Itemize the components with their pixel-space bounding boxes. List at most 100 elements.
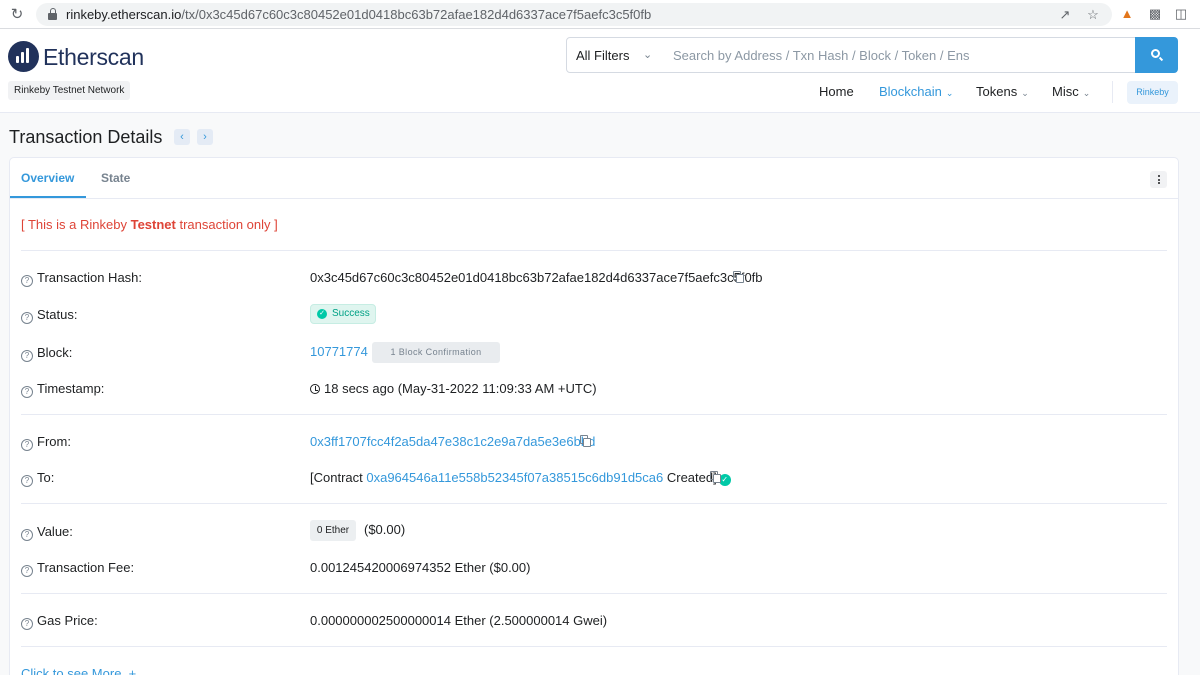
from-label-text: From:	[37, 434, 71, 449]
previous-tx-button[interactable]: ‹	[174, 129, 190, 145]
etherscan-logo-icon	[8, 41, 39, 72]
ether-value-badge: 0 Ether	[310, 520, 356, 541]
copy-icon[interactable]	[733, 271, 744, 283]
side-panel-icon[interactable]: ◫	[1172, 5, 1190, 23]
nav-home[interactable]: Home	[819, 84, 854, 99]
value-label-text: Value:	[37, 524, 73, 539]
tab-state[interactable]: State	[101, 171, 130, 185]
help-icon[interactable]: ?	[21, 565, 33, 577]
gas-price-label-text: Gas Price:	[37, 613, 98, 628]
from-label: ? From:	[21, 434, 71, 451]
help-icon[interactable]: ?	[21, 475, 33, 487]
section-divider	[21, 593, 1167, 594]
testnet-notice-emphasis: Testnet	[130, 217, 176, 232]
chevron-down-icon: ⌄	[643, 49, 653, 61]
testnet-notice-suffix: transaction only ]	[175, 217, 278, 232]
network-badge: Rinkeby Testnet Network	[8, 81, 131, 100]
metamask-fox-icon[interactable]: ▲	[1118, 5, 1136, 23]
value-usd: ($0.00)	[364, 522, 406, 537]
chevron-right-icon: ›	[203, 131, 207, 143]
chevron-down-icon: ⌄	[945, 88, 954, 98]
page-title: Transaction Details	[9, 127, 163, 147]
block-number-link[interactable]: 10771774	[310, 344, 368, 359]
section-divider	[21, 250, 1167, 251]
chevron-left-icon: ‹	[180, 131, 184, 143]
more-dots-icon	[1157, 175, 1160, 177]
site-header: Etherscan Rinkeby Testnet Network All Fi…	[0, 29, 1200, 113]
fee-label: ? Transaction Fee:	[21, 560, 134, 577]
extensions-puzzle-icon[interactable]: ▩	[1146, 5, 1164, 23]
search-button[interactable]	[1135, 37, 1178, 73]
nav-blockchain-label: Blockchain	[879, 84, 942, 99]
nav-tokens-label: Tokens	[976, 84, 1018, 99]
browser-toolbar: ↻ rinkeby.etherscan.io/tx/0x3c45d67c60c3…	[0, 0, 1200, 29]
tx-hash-value: 0x3c45d67c60c3c80452e01d0418bc63b72afae1…	[310, 270, 763, 285]
status-label-text: Status:	[37, 307, 78, 322]
see-more-link[interactable]: Click to see More +	[21, 666, 136, 675]
network-switch-button[interactable]: Rinkeby	[1127, 81, 1178, 104]
to-label-text: To:	[37, 470, 55, 485]
section-divider	[21, 646, 1167, 647]
url-path: /tx/0x3c45d67c60c3c80452e01d0418bc63b72a…	[181, 7, 652, 22]
confirmations-badge: 1 Block Confirmation	[372, 342, 500, 363]
help-icon[interactable]: ?	[21, 529, 33, 541]
from-address-link[interactable]: 0x3ff1707fcc4f2a5da47e38c1c2e9a7da5e3e6b…	[310, 434, 595, 449]
testnet-notice-prefix: [ This is a Rinkeby	[21, 217, 131, 232]
nav-misc[interactable]: Misc ⌄	[1052, 84, 1090, 99]
nav-tokens[interactable]: Tokens ⌄	[976, 84, 1029, 99]
help-icon[interactable]: ?	[21, 386, 33, 398]
copy-icon[interactable]	[580, 435, 591, 447]
nav-misc-label: Misc	[1052, 84, 1079, 99]
check-circle-icon: ✓	[317, 309, 327, 319]
nav-blockchain[interactable]: Blockchain ⌄	[879, 84, 953, 99]
timestamp-value: 18 secs ago (May-31-2022 11:09:33 AM +UT…	[310, 381, 597, 396]
help-icon[interactable]: ?	[21, 275, 33, 287]
copy-icon[interactable]	[710, 471, 721, 483]
to-value: [Contract 0xa964546a11e558b52345f07a3851…	[310, 470, 731, 486]
chevron-down-icon: ⌄	[1082, 88, 1091, 98]
timestamp-label-text: Timestamp:	[37, 381, 105, 396]
block-label: ? Block:	[21, 345, 72, 362]
section-divider	[21, 414, 1167, 415]
address-bar[interactable]: rinkeby.etherscan.io/tx/0x3c45d67c60c3c8…	[36, 3, 1112, 26]
url-text[interactable]: rinkeby.etherscan.io/tx/0x3c45d67c60c3c8…	[66, 7, 651, 22]
help-icon[interactable]: ?	[21, 618, 33, 630]
help-icon[interactable]: ?	[21, 312, 33, 324]
tab-overview[interactable]: Overview	[21, 171, 74, 185]
share-icon[interactable]: ↗	[1056, 6, 1074, 24]
testnet-notice: [ This is a Rinkeby Testnet transaction …	[21, 217, 278, 232]
reload-icon[interactable]: ↻	[8, 6, 26, 24]
next-tx-button[interactable]: ›	[197, 129, 213, 145]
active-tab-indicator	[10, 196, 86, 198]
block-label-text: Block:	[37, 345, 73, 360]
contract-address-link[interactable]: 0xa964546a11e558b52345f07a38515c6db91d5c…	[366, 470, 663, 485]
filter-dropdown[interactable]: All Filters ⌄	[566, 37, 664, 73]
fee-value: 0.001245420006974352 Ether ($0.00)	[310, 560, 531, 575]
status-label: ? Status:	[21, 307, 77, 324]
search-bar: All Filters ⌄	[566, 37, 1178, 73]
status-badge-text: Success	[332, 308, 370, 319]
search-input[interactable]	[663, 37, 1136, 73]
to-suffix: Created]	[663, 470, 717, 485]
help-icon[interactable]: ?	[21, 350, 33, 362]
url-host: rinkeby.etherscan.io	[66, 7, 182, 22]
nav-home-label: Home	[819, 84, 854, 99]
transaction-card: Overview State [ This is a Rinkeby Testn…	[9, 157, 1179, 675]
value-label: ? Value:	[21, 524, 73, 541]
section-divider	[21, 503, 1167, 504]
help-icon[interactable]: ?	[21, 439, 33, 451]
gas-price-label: ? Gas Price:	[21, 613, 98, 630]
nav-divider	[1112, 81, 1113, 103]
clock-icon	[310, 384, 320, 394]
timestamp-text: 18 secs ago (May-31-2022 11:09:33 AM +UT…	[324, 381, 597, 396]
tab-bar: Overview State	[10, 158, 1178, 199]
lock-icon[interactable]	[48, 8, 57, 20]
timestamp-label: ? Timestamp:	[21, 381, 104, 398]
bookmark-star-icon[interactable]: ☆	[1084, 6, 1102, 24]
filter-label: All Filters	[576, 48, 630, 63]
logo-text: Etherscan	[43, 44, 144, 70]
to-prefix: [Contract	[310, 470, 367, 485]
gas-price-value: 0.000000002500000014 Ether (2.500000014 …	[310, 613, 608, 628]
more-options-button[interactable]	[1150, 171, 1167, 188]
chevron-down-icon: ⌄	[1021, 88, 1029, 98]
